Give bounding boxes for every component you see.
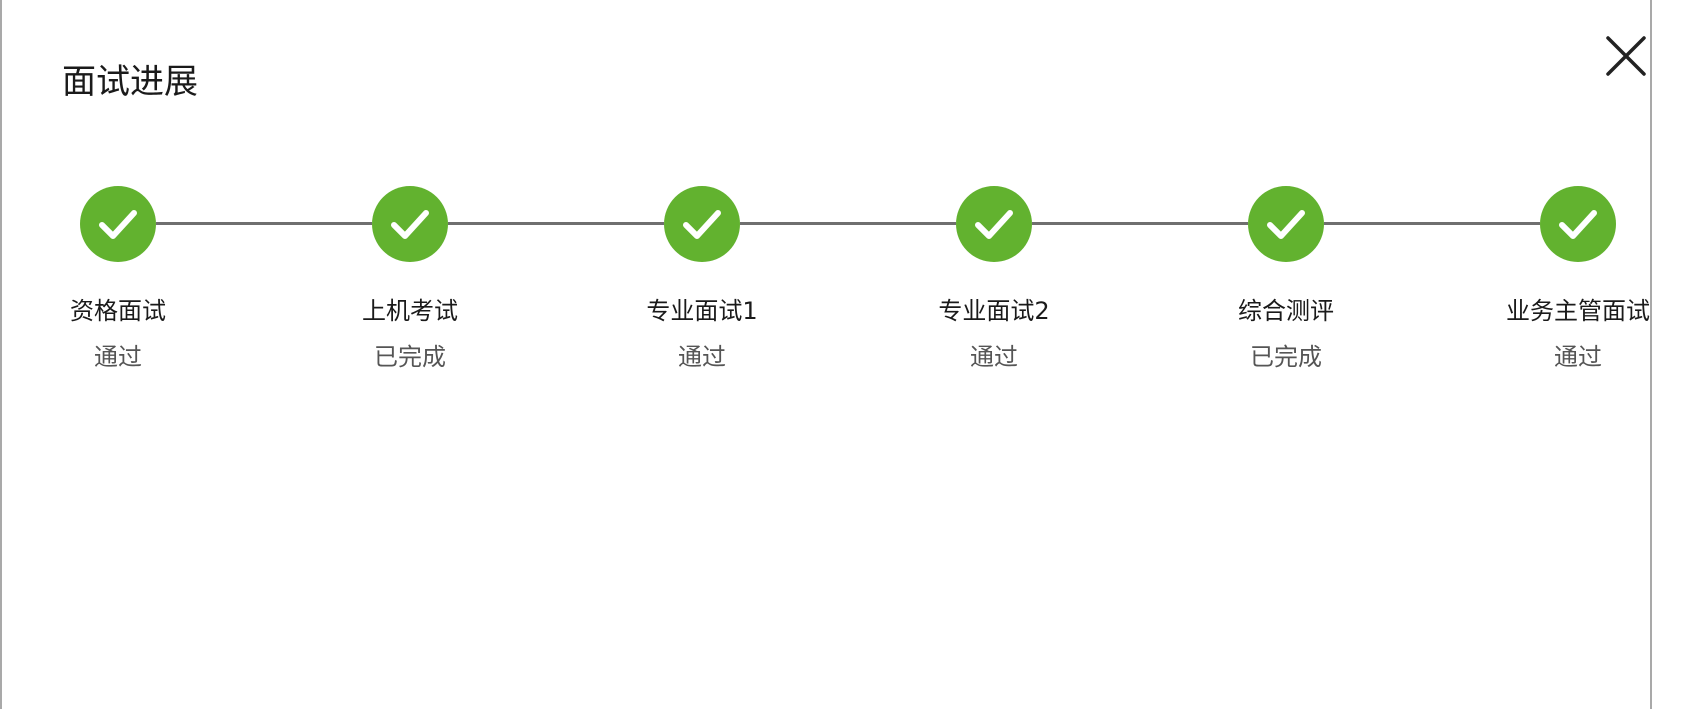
step-name: 专业面试2 [938,297,1050,325]
step-name: 综合测评 [1238,297,1334,325]
step-done-circle [1540,186,1616,262]
step-name: 上机考试 [362,297,458,325]
step-item: 综合测评 已完成 [1166,186,1406,386]
step-status: 通过 [970,343,1018,371]
step-done-circle [664,186,740,262]
check-icon [1267,210,1305,239]
step-name: 专业面试1 [646,297,758,325]
step-item: 专业面试2 通过 [874,186,1114,386]
check-icon [99,210,137,239]
step-done-circle [956,186,1032,262]
step-item: 专业面试1 通过 [582,186,822,386]
step-status: 已完成 [1250,343,1322,371]
step-item: 资格面试 通过 [0,186,238,386]
step-item: 上机考试 已完成 [290,186,530,386]
check-icon [683,210,721,239]
progress-steps: 资格面试 通过 上机考试 已完成 专业面试1 通过 专业面试2 通过 综合测评 … [2,0,1650,709]
interview-progress-dialog: 面试进展 资格面试 通过 上机考试 已完成 专业面试1 通过 专业面试2 通过 … [2,0,1650,709]
step-done-circle [1248,186,1324,262]
check-icon [975,210,1013,239]
step-name: 资格面试 [70,297,166,325]
step-status: 通过 [678,343,726,371]
step-status: 通过 [94,343,142,371]
check-icon [1559,210,1597,239]
step-status: 已完成 [374,343,446,371]
step-done-circle [80,186,156,262]
page: 面试进展 资格面试 通过 上机考试 已完成 专业面试1 通过 专业面试2 通过 … [0,0,1689,709]
backdrop-edge [1650,0,1689,709]
step-done-circle [372,186,448,262]
check-icon [391,210,429,239]
